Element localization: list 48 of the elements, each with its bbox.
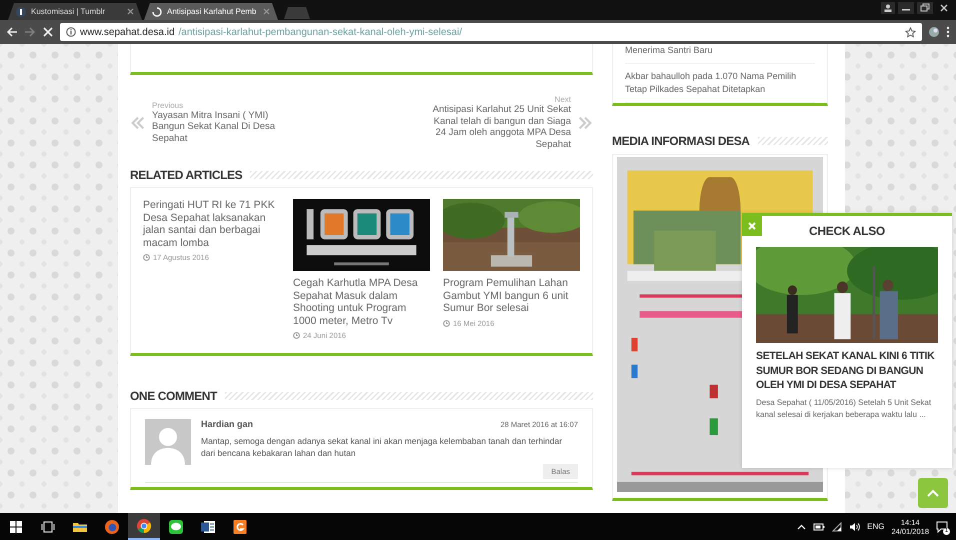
- start-icon: [8, 518, 24, 534]
- notification-icon[interactable]: [936, 520, 948, 532]
- url-host: www.sepahat.desa.id: [80, 26, 175, 38]
- previous-label: Previous: [152, 100, 184, 110]
- browser-tab[interactable]: Kustomisasi | Tumblr: [8, 3, 142, 20]
- previous-post-link[interactable]: Yayasan Mitra Insani ( YMI) Bangun Sekat Kanal Di Desa Sepahat: [152, 110, 292, 144]
- extension-icon[interactable]: [928, 26, 940, 38]
- chat-icon: [168, 518, 184, 534]
- recent-post-link[interactable]: Akbar bahaulloh pada 1.070 Nama Pemilih Tetap Pilkades Sepahat Ditetapkan: [625, 64, 815, 103]
- document-icon: [200, 518, 216, 534]
- section-heading: ONE COMMENT: [130, 389, 217, 403]
- recent-post-link[interactable]: Menerima Santri Baru: [625, 44, 815, 64]
- section-heading: MEDIA INFORMASI DESA: [612, 134, 750, 148]
- section-heading: RELATED ARTICLES: [130, 168, 242, 182]
- article-link[interactable]: Program Pemulihan Lahan Gambut YMI bangun 6 unit Sumur Bor selesai: [443, 277, 580, 314]
- chrome-button[interactable]: [128, 513, 160, 540]
- chevron-up-icon: [927, 489, 939, 497]
- info-icon: [66, 27, 76, 37]
- firefox-icon: [104, 518, 120, 534]
- chrome-icon: [136, 518, 152, 534]
- clock-icon: [293, 332, 300, 339]
- next-label: Next: [554, 95, 571, 104]
- speaker-icon[interactable]: [849, 522, 860, 532]
- article-link[interactable]: Cegah Karhutla MPA Desa Sepahat Masuk dalam Shooting untuk Program 1000 meter, Metro Tv: [293, 277, 430, 327]
- menu-icon[interactable]: [946, 26, 950, 38]
- popup-heading: CHECK ALSO: [808, 224, 886, 238]
- chevron-up-icon[interactable]: [797, 524, 806, 530]
- task-view-icon: [40, 518, 56, 534]
- article-link[interactable]: Peringati HUT RI ke 71 PKK Desa Sepahat laksanakan jalan santai dan berbagai macam lomba: [143, 199, 280, 249]
- app-icon: [232, 518, 248, 534]
- restore-icon[interactable]: [917, 2, 933, 14]
- next-post-link[interactable]: Antisipasi Karlahut 25 Unit Sekat Kanal telah di bangun dan Siaga 24 Jam oleh anggota MPA Desa Sepahat: [421, 104, 571, 150]
- comment-author: Hardian gan: [201, 419, 254, 429]
- clock-icon: [443, 320, 450, 326]
- comment-text: Mantap, semoga dengan adanya sekat kanal ini akan menjaga kelembaban tanah dan terhindar dari bencana kebakaran lahan dan hutan: [201, 435, 564, 459]
- address-bar[interactable]: www.sepahat.desa.id /antisipasi-karlahut-pembangunan-sekat-kanal-oleh-ymi-selesai/: [60, 23, 922, 41]
- user-icon[interactable]: [881, 2, 895, 14]
- battery-icon[interactable]: [813, 522, 826, 530]
- browser-tab[interactable]: Antisipasi Karlahut Pemb: [144, 3, 278, 20]
- back-icon[interactable]: [6, 26, 18, 38]
- wifi-icon[interactable]: [832, 522, 842, 532]
- avatar-icon: [145, 419, 191, 465]
- clock-icon: [143, 254, 150, 261]
- url-path: /antisipasi-karlahut-pembangunan-sekat-kanal-oleh-ymi-selesai/: [178, 26, 462, 38]
- stop-icon[interactable]: [42, 26, 54, 38]
- star-icon[interactable]: [905, 26, 916, 38]
- minimize-icon[interactable]: [898, 2, 914, 14]
- language-indicator[interactable]: ENG: [867, 522, 884, 531]
